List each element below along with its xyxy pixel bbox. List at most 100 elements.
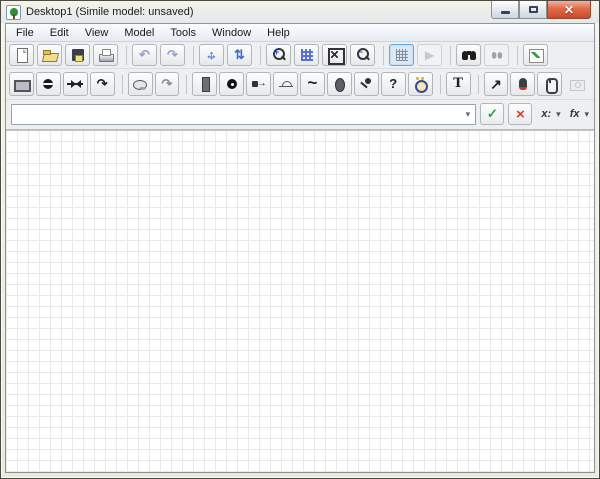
find-next-button[interactable] [484, 44, 509, 66]
channel-tool-button[interactable] [246, 72, 272, 96]
egg-tool-button[interactable] [326, 72, 352, 96]
new-file-icon [13, 47, 31, 63]
print-button[interactable] [93, 44, 118, 66]
save-floppy-icon [69, 47, 87, 63]
variables-dropdown[interactable]: x: ▾ [541, 108, 560, 120]
column-icon [196, 76, 214, 92]
fit-window-icon [326, 47, 345, 65]
pointer-tool-button[interactable]: ↗ [483, 72, 509, 96]
save-button[interactable] [65, 44, 90, 66]
functions-dropdown[interactable]: fx ▾ [570, 108, 589, 120]
functions-label: fx [569, 108, 580, 120]
equation-dropdown-arrow-icon[interactable]: ▾ [460, 109, 475, 120]
menu-item-edit[interactable]: Edit [42, 25, 77, 41]
compartment-tool-button[interactable] [9, 72, 34, 96]
undo-arrow-icon: ↶ [139, 47, 150, 62]
pin-icon [357, 76, 375, 92]
client-area: File Edit View Model Tools Window Help ↶ ↷ [5, 23, 595, 473]
check-icon: ✓ [486, 106, 498, 121]
snapshot-button[interactable] [564, 72, 589, 96]
accept-equation-button[interactable]: ✓ [480, 103, 505, 125]
zoom-in-button[interactable]: + [266, 44, 291, 66]
minimize-button[interactable] [491, 1, 519, 19]
main-toolbar: ↶ ↷ ⇅ + − ▶ [6, 42, 594, 69]
pixel-pattern-icon [298, 47, 316, 63]
pointer-arrow-icon: ↗ [490, 76, 502, 92]
toolbar-separator [193, 45, 194, 65]
channel-icon [250, 76, 268, 92]
menu-item-tools[interactable]: Tools [162, 25, 204, 41]
sphere-icon [39, 76, 57, 92]
close-button[interactable]: ✕ [547, 1, 591, 19]
menu-item-file[interactable]: File [8, 25, 42, 41]
variable-dot-icon [223, 76, 241, 92]
zoom-out-button[interactable]: − [350, 44, 375, 66]
sun-tool-button[interactable] [273, 72, 299, 96]
variables-dropdown-arrow-icon: ▾ [556, 108, 561, 119]
menu-item-help[interactable]: Help [259, 25, 298, 41]
question-icon: ? [389, 76, 398, 91]
undo-button[interactable]: ↶ [132, 44, 157, 66]
pan-button[interactable] [199, 44, 224, 66]
open-button[interactable] [37, 44, 62, 66]
column-tool-button[interactable] [192, 72, 218, 96]
grid-toggle-button[interactable] [389, 44, 414, 66]
cloud-tool-button[interactable] [127, 72, 153, 96]
camera-icon [568, 76, 586, 92]
help-tool-button[interactable]: ? [380, 72, 406, 96]
sketch-graph-tool-button[interactable]: ~ [300, 72, 325, 96]
model-canvas[interactable] [6, 130, 594, 472]
toolbar-separator [126, 45, 127, 65]
cloud-icon [131, 76, 149, 92]
binoculars-icon [460, 47, 478, 63]
toolbar-separator [186, 74, 188, 94]
influence-arrow-tool-button[interactable]: ↷ [89, 72, 115, 96]
text-tool-button[interactable]: T [445, 72, 471, 96]
menu-item-model[interactable]: Model [116, 25, 162, 41]
functions-dropdown-arrow-icon: ▾ [584, 108, 589, 119]
menu-item-view[interactable]: View [77, 25, 117, 41]
cancel-equation-button[interactable]: × [508, 103, 533, 125]
alarm-clock-icon [411, 76, 429, 93]
role-arrow-icon: ↷ [161, 76, 173, 91]
mouse-outline-icon [541, 76, 559, 94]
zoom-normal-button[interactable] [294, 44, 319, 66]
menu-bar: File Edit View Model Tools Window Help [6, 24, 594, 42]
mouse-outline-tool-button[interactable] [537, 72, 563, 96]
zoom-in-icon: + [270, 47, 288, 63]
open-folder-icon [41, 47, 59, 63]
title-bar[interactable]: Desktop1 (Simile model: unsaved) ✕ [1, 1, 599, 23]
egg-icon [330, 76, 348, 92]
find-button[interactable] [456, 44, 481, 66]
flow-valve-icon [66, 76, 84, 92]
pin-tool-button[interactable] [353, 72, 379, 96]
role-arrow-tool-button[interactable]: ↷ [154, 72, 180, 96]
toolbar-separator [517, 45, 518, 65]
app-window: Desktop1 (Simile model: unsaved) ✕ File E… [0, 0, 600, 479]
run-model-button[interactable]: ▶ [417, 44, 442, 66]
redo-button[interactable]: ↷ [160, 44, 185, 66]
chart-image-icon [527, 47, 545, 63]
variable-tool-button[interactable] [219, 72, 245, 96]
equation-bar: ▾ ✓ × x: ▾ fx ▾ [6, 100, 594, 130]
equation-input[interactable] [12, 105, 461, 123]
alarm-tool-button[interactable] [407, 72, 433, 96]
menu-item-window[interactable]: Window [204, 25, 259, 41]
zoom-out-icon: − [354, 47, 372, 63]
app-icon[interactable] [6, 4, 21, 20]
expand-vertical-button[interactable]: ⇅ [227, 44, 252, 66]
export-image-button[interactable] [523, 44, 548, 66]
play-icon: ▶ [424, 48, 435, 62]
compartment-icon [12, 76, 32, 92]
vertical-arrows-icon: ⇅ [234, 47, 245, 62]
flow-tool-button[interactable] [62, 72, 88, 96]
mouse-tool-button[interactable] [510, 72, 536, 96]
variables-label: x: [541, 108, 552, 120]
maximize-button[interactable] [519, 1, 547, 19]
cross-icon: × [515, 105, 525, 123]
redo-arrow-icon: ↷ [167, 47, 178, 62]
new-file-button[interactable] [9, 44, 34, 66]
move-arrows-icon [203, 47, 221, 63]
sphere-tool-button[interactable] [35, 72, 61, 96]
zoom-fit-button[interactable] [322, 44, 347, 66]
